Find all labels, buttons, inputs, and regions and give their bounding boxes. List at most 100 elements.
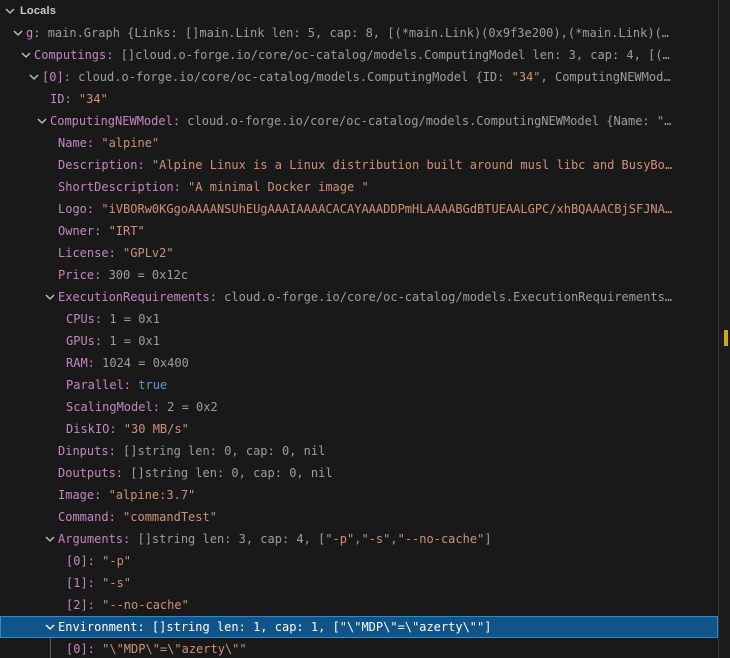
variable-row[interactable]: Command: "commandTest" xyxy=(0,506,718,528)
variable-row[interactable]: ComputingNEWModel: cloud.o-forge.io/core… xyxy=(0,110,718,132)
indent-spacer xyxy=(0,286,42,308)
variable-text: CPUs: 1 = 0x1 xyxy=(66,312,160,326)
debug-variables-panel: Locals g: main.Graph {Links: []main.Link… xyxy=(0,0,730,658)
twistie-placeholder xyxy=(50,377,66,393)
variable-row[interactable]: ID: "34" xyxy=(0,88,718,110)
chevron-down-icon[interactable] xyxy=(18,47,34,63)
variable-name: Logo: xyxy=(58,202,101,216)
variable-row[interactable]: Image: "alpine:3.7" xyxy=(0,484,718,506)
variable-text: Parallel: true xyxy=(66,378,167,392)
variable-row[interactable]: [1]: "-s" xyxy=(0,572,718,594)
indent-guide xyxy=(50,638,51,658)
variable-row[interactable]: ShortDescription: "A minimal Docker imag… xyxy=(0,176,718,198)
variable-text: Arguments: []string len: 3, cap: 4, ["-p… xyxy=(58,532,492,546)
variable-text: Computings: []cloud.o-forge.io/core/oc-c… xyxy=(34,48,670,62)
indent-spacer xyxy=(0,66,26,88)
indent-spacer xyxy=(0,44,18,66)
locals-pane: Locals g: main.Graph {Links: []main.Link… xyxy=(0,0,718,658)
twistie-placeholder xyxy=(50,553,66,569)
variable-value: []string len: 0, cap: 0, nil xyxy=(123,444,325,458)
variable-value: "-s" xyxy=(102,576,131,590)
chevron-down-icon[interactable] xyxy=(2,3,18,19)
variable-text: License: "GPLv2" xyxy=(58,246,174,260)
twistie-placeholder xyxy=(42,179,58,195)
variable-row[interactable]: Doutputs: []string len: 0, cap: 0, nil xyxy=(0,462,718,484)
indent-spacer xyxy=(0,154,42,176)
variables-tree: g: main.Graph {Links: []main.Link len: 5… xyxy=(0,22,718,658)
variable-value: "alpine:3.7" xyxy=(109,488,196,502)
variable-name: Name: xyxy=(58,136,101,150)
variable-name: ShortDescription: xyxy=(58,180,188,194)
twistie-placeholder xyxy=(50,399,66,415)
chevron-down-icon[interactable] xyxy=(42,289,58,305)
variable-row[interactable]: g: main.Graph {Links: []main.Link len: 5… xyxy=(0,22,718,44)
variable-value: "iVBORw0KGgoAAAANSUhEUgAAAIAAAACACAYAAAD… xyxy=(101,202,672,216)
variable-value: []string len: 1, cap: 1, [ xyxy=(152,620,340,634)
variable-text: Environment: []string len: 1, cap: 1, ["… xyxy=(58,620,492,634)
variable-value: 2 = 0x2 xyxy=(167,400,218,414)
variable-row[interactable]: ScalingModel: 2 = 0x2 xyxy=(0,396,718,418)
variable-name: Parallel: xyxy=(66,378,138,392)
variable-row[interactable]: Arguments: []string len: 3, cap: 4, ["-p… xyxy=(0,528,718,550)
chevron-down-icon[interactable] xyxy=(42,531,58,547)
indent-spacer xyxy=(0,132,42,154)
variable-row[interactable]: [2]: "--no-cache" xyxy=(0,594,718,616)
variable-value: "34" xyxy=(512,70,541,84)
variable-value: 1 = 0x1 xyxy=(109,312,160,326)
variable-row[interactable]: Parallel: true xyxy=(0,374,718,396)
variable-value: "\"MDP\"=\"azerty\"" xyxy=(340,620,485,634)
variable-value: []string len: 0, cap: 0, nil xyxy=(130,466,332,480)
variable-row[interactable]: License: "GPLv2" xyxy=(0,242,718,264)
chevron-down-icon[interactable] xyxy=(34,113,50,129)
variable-value: "-p" xyxy=(325,532,354,546)
chevron-down-icon[interactable] xyxy=(42,619,58,635)
variable-name: [0]: xyxy=(42,70,78,84)
variable-row[interactable]: Owner: "IRT" xyxy=(0,220,718,242)
variable-text: ScalingModel: 2 = 0x2 xyxy=(66,400,218,414)
twistie-placeholder xyxy=(42,223,58,239)
variable-text: ExecutionRequirements: cloud.o-forge.io/… xyxy=(58,290,672,304)
twistie-placeholder xyxy=(50,641,66,657)
variable-text: [0]: cloud.o-forge.io/core/oc-catalog/mo… xyxy=(42,70,671,84)
variable-row[interactable]: Name: "alpine" xyxy=(0,132,718,154)
variable-name: License: xyxy=(58,246,123,260)
scrollbar[interactable] xyxy=(718,0,730,658)
indent-spacer xyxy=(0,220,42,242)
variable-row[interactable]: ExecutionRequirements: cloud.o-forge.io/… xyxy=(0,286,718,308)
variable-value: "30 MB/s" xyxy=(124,422,189,436)
chevron-down-icon[interactable] xyxy=(10,25,26,41)
chevron-down-icon[interactable] xyxy=(26,69,42,85)
variable-value: ] xyxy=(484,532,491,546)
variable-value: cloud.o-forge.io/core/oc-catalog/models.… xyxy=(78,70,511,84)
variable-row[interactable]: DiskIO: "30 MB/s" xyxy=(0,418,718,440)
variable-name: [2]: xyxy=(66,598,102,612)
twistie-placeholder xyxy=(42,509,58,525)
variable-value: "IRT" xyxy=(109,224,145,238)
variable-row[interactable]: RAM: 1024 = 0x400 xyxy=(0,352,718,374)
variable-text: Owner: "IRT" xyxy=(58,224,145,238)
variable-row[interactable]: [0]: cloud.o-forge.io/core/oc-catalog/mo… xyxy=(0,66,718,88)
twistie-placeholder xyxy=(50,421,66,437)
variable-row[interactable]: Logo: "iVBORw0KGgoAAAANSUhEUgAAAIAAAACAC… xyxy=(0,198,718,220)
variable-text: DiskIO: "30 MB/s" xyxy=(66,422,189,436)
locals-section-header[interactable]: Locals xyxy=(0,0,718,22)
variable-row[interactable]: Computings: []cloud.o-forge.io/core/oc-c… xyxy=(0,44,718,66)
variable-row[interactable]: CPUs: 1 = 0x1 xyxy=(0,308,718,330)
twistie-placeholder xyxy=(42,267,58,283)
variable-row[interactable]: Description: "Alpine Linux is a Linux di… xyxy=(0,154,718,176)
variable-row[interactable]: Environment: []string len: 1, cap: 1, ["… xyxy=(0,616,718,638)
indent-spacer xyxy=(0,528,42,550)
variable-row[interactable]: [0]: "-p" xyxy=(0,550,718,572)
variable-row[interactable]: Dinputs: []string len: 0, cap: 0, nil xyxy=(0,440,718,462)
variable-name: DiskIO: xyxy=(66,422,124,436)
indent-spacer xyxy=(0,176,42,198)
variable-value: , xyxy=(390,532,397,546)
variable-text: ID: "34" xyxy=(50,92,108,106)
indent-spacer xyxy=(0,506,42,528)
variable-row[interactable]: GPUs: 1 = 0x1 xyxy=(0,330,718,352)
variable-text: [2]: "--no-cache" xyxy=(66,598,189,612)
variable-row[interactable]: [0]: "\"MDP\"=\"azerty\"" xyxy=(0,638,718,658)
variable-row[interactable]: Price: 300 = 0x12c xyxy=(0,264,718,286)
variable-text: g: main.Graph {Links: []main.Link len: 5… xyxy=(26,26,669,40)
indent-spacer xyxy=(0,88,34,110)
